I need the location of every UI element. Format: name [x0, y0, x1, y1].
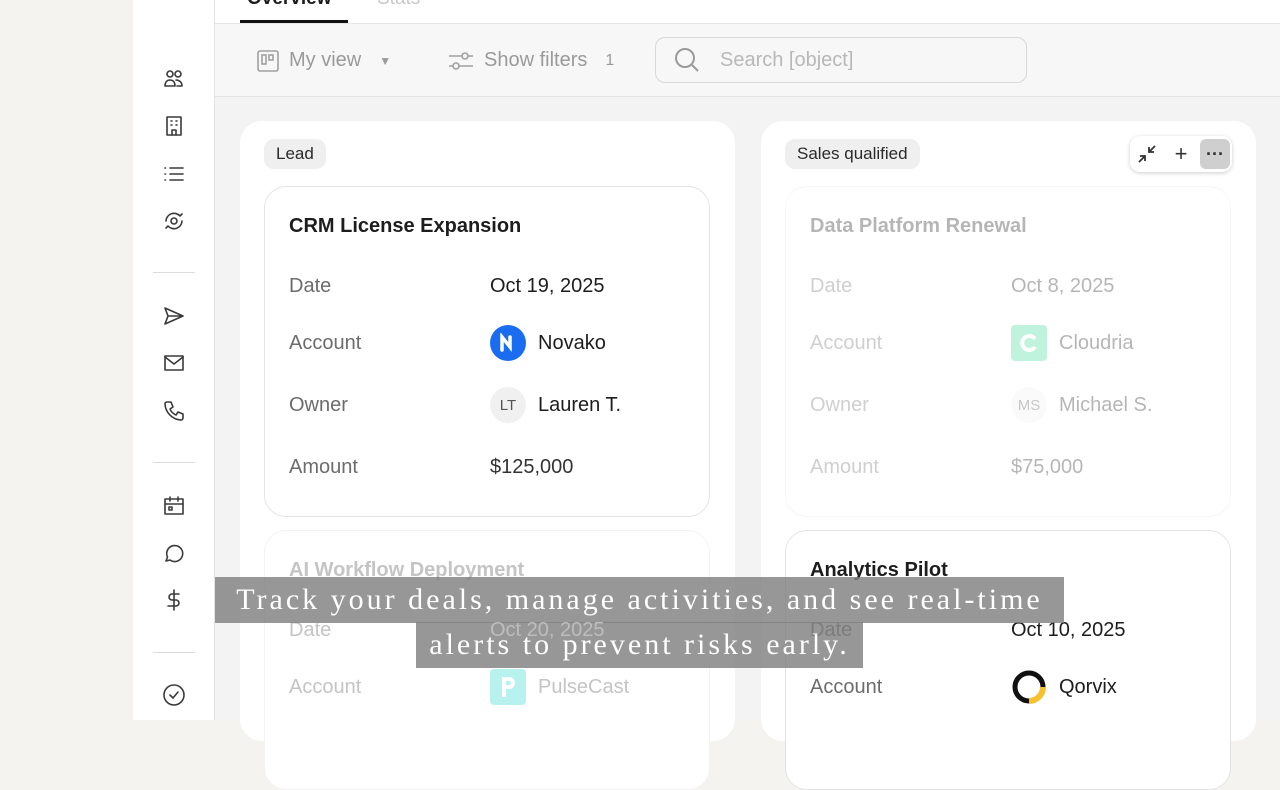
view-label: My view	[289, 49, 362, 71]
column-actions: + ···	[1130, 136, 1232, 172]
view-selector[interactable]: My view ▼	[257, 49, 391, 72]
divider	[153, 652, 195, 653]
more-icon[interactable]: ···	[1200, 139, 1230, 169]
send-icon[interactable]	[161, 303, 187, 329]
field-label: Account	[289, 331, 362, 354]
cloudria-logo-icon	[1011, 325, 1047, 361]
field-label: Account	[289, 675, 362, 698]
calendar-icon[interactable]	[161, 493, 187, 519]
stage-label: Sales qualified	[785, 139, 920, 169]
field-label: Account	[810, 675, 883, 698]
account-name[interactable]: PulseCast	[538, 676, 629, 699]
field-label: Account	[810, 331, 883, 354]
phone-icon[interactable]	[161, 398, 187, 424]
search-placeholder: Search [object]	[720, 48, 854, 71]
owner-name: Michael S.	[1059, 393, 1153, 416]
deal-title: CRM License Expansion	[289, 215, 522, 237]
people-icon[interactable]	[161, 66, 187, 92]
show-filters-button[interactable]: Show filters 1	[448, 49, 614, 72]
mail-icon[interactable]	[161, 350, 187, 376]
novako-logo-icon	[490, 325, 526, 361]
deal-amount: $125,000	[490, 455, 574, 478]
tab-overview[interactable]: Overview	[247, 0, 332, 10]
field-label: Owner	[810, 393, 869, 416]
stage-label: Lead	[264, 139, 326, 169]
collapse-icon[interactable]	[1132, 139, 1162, 169]
field-label: Owner	[289, 393, 348, 416]
deal-date: Oct 8, 2025	[1011, 274, 1115, 297]
filter-sliders-icon	[449, 51, 473, 70]
building-icon[interactable]	[161, 113, 187, 139]
avatar: LT	[490, 387, 526, 423]
account-name[interactable]: Qorvix	[1059, 676, 1117, 699]
caption-line-2: alerts to prevent risks early.	[416, 622, 863, 668]
list-icon[interactable]	[161, 161, 187, 187]
deal-title: Data Platform Renewal	[810, 215, 1027, 237]
dollar-icon[interactable]	[161, 587, 187, 613]
field-label: Date	[289, 274, 332, 297]
chat-icon[interactable]	[161, 540, 187, 566]
deal-date: Oct 19, 2025	[490, 274, 605, 297]
background-panel	[0, 0, 133, 720]
toolbar: My view ▼ Show filters 1 Search [object]	[215, 24, 1280, 97]
field-label: Date	[810, 274, 853, 297]
search-input[interactable]: Search [object]	[655, 37, 1027, 83]
divider	[153, 272, 195, 273]
active-tab-indicator	[240, 20, 348, 23]
deal-card[interactable]: CRM License Expansion Date Oct 19, 2025 A…	[264, 186, 710, 517]
deal-date: Oct 20, 2025	[490, 618, 605, 641]
sync-icon[interactable]	[161, 208, 187, 234]
chevron-down-icon: ▼	[379, 53, 392, 68]
sidebar	[133, 0, 215, 720]
tab-stats[interactable]: Stats	[377, 0, 420, 10]
field-label: Amount	[289, 455, 358, 478]
owner-name: Lauren T.	[538, 393, 622, 416]
show-filters-label: Show filters	[484, 49, 588, 71]
caption-line-1: Track your deals, manage activities, and…	[215, 577, 1064, 623]
deal-amount: $75,000	[1011, 455, 1084, 478]
board-icon	[257, 49, 279, 72]
account-name[interactable]: Novako	[538, 332, 606, 355]
deal-card[interactable]: Data Platform Renewal Date Oct 8, 2025 Ac…	[785, 186, 1231, 517]
add-icon[interactable]: +	[1166, 139, 1196, 169]
filters-count: 1	[605, 51, 615, 69]
check-circle-icon[interactable]	[161, 682, 187, 708]
search-icon	[675, 48, 699, 72]
account-name[interactable]: Cloudria	[1059, 332, 1133, 355]
tab-bar: Overview Stats	[215, 0, 1280, 24]
pulsecast-logo-icon	[490, 669, 526, 705]
avatar: MS	[1011, 387, 1047, 423]
field-label: Amount	[810, 455, 879, 478]
divider	[153, 462, 195, 463]
qorvix-logo-icon	[1011, 669, 1047, 705]
